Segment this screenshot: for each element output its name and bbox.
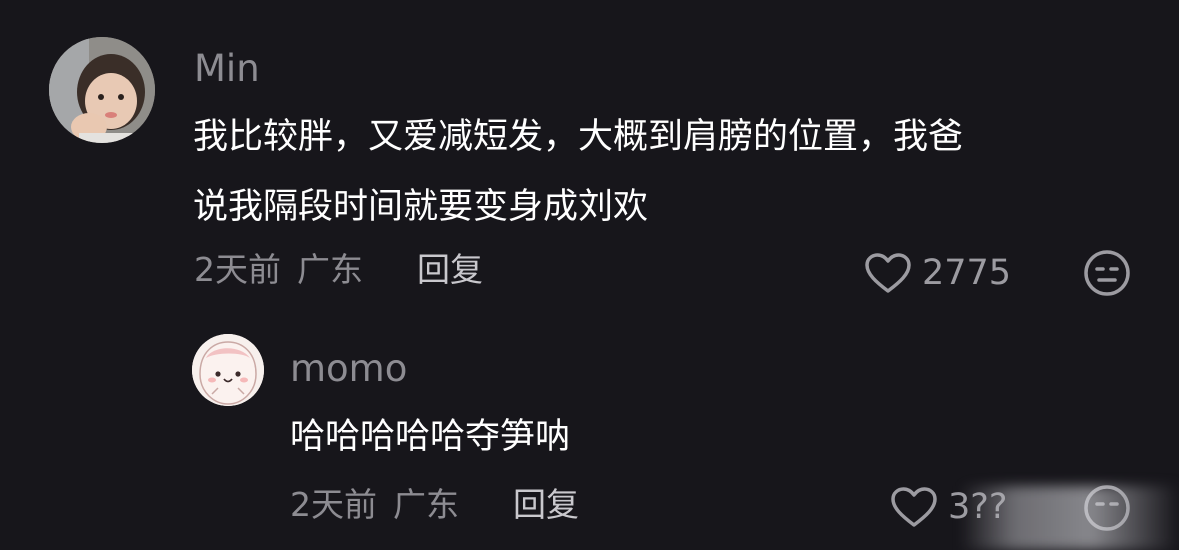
comment-time: 2天前 — [290, 485, 377, 524]
watermark-overlay — [960, 486, 1179, 550]
user-avatar-min[interactable] — [49, 37, 155, 143]
dislike-face-icon — [1084, 250, 1130, 296]
like-button[interactable]: 2775 — [864, 252, 1011, 294]
child-photo-icon — [49, 37, 155, 143]
comment-location: 广东 — [297, 250, 363, 289]
username[interactable]: Min — [194, 50, 260, 87]
heart-icon — [891, 487, 937, 527]
comment-location: 广东 — [393, 485, 459, 524]
like-count: 2775 — [922, 252, 1012, 293]
user-avatar-momo[interactable] — [192, 334, 264, 406]
comment-text: 我比较胖，又爱减短发，大概到肩膀的位置，我爸 说我隔段时间就要变身成刘欢 — [193, 102, 1133, 242]
cartoon-avatar-icon — [192, 334, 264, 406]
comment-text: 哈哈哈哈哈夺笋呐 — [290, 417, 571, 457]
dislike-button[interactable] — [1083, 249, 1131, 301]
comment-text-line: 我比较胖，又爱减短发，大概到肩膀的位置，我爸 — [193, 117, 964, 157]
comment-time: 2天前 — [194, 250, 281, 289]
comment-text-line: 说我隔段时间就要变身成刘欢 — [193, 187, 649, 227]
username[interactable]: momo — [290, 350, 407, 387]
reply-button[interactable]: 回复 — [513, 488, 579, 521]
reply-button[interactable]: 回复 — [417, 253, 483, 286]
comment-thread: Min 我比较胖，又爱减短发，大概到肩膀的位置，我爸 说我隔段时间就要变身成刘欢… — [0, 0, 1179, 550]
comment-meta: 2天前 广东 — [290, 488, 459, 521]
comment-meta: 2天前 广东 — [194, 253, 363, 286]
heart-icon — [865, 253, 911, 293]
